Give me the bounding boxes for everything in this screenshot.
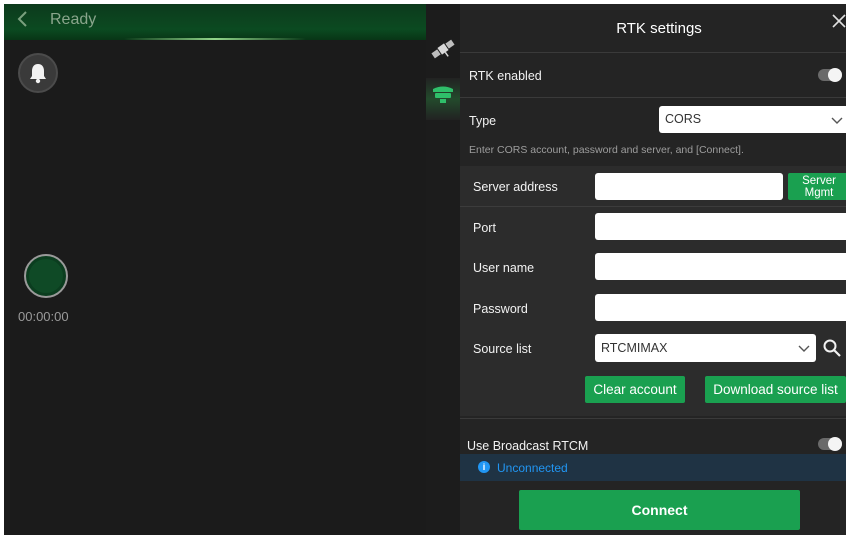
close-icon[interactable] bbox=[830, 12, 846, 30]
type-label: Type bbox=[469, 114, 497, 128]
port-input[interactable] bbox=[595, 213, 846, 240]
type-value: CORS bbox=[665, 112, 702, 126]
server-mgmt-button[interactable]: Server Mgmt bbox=[788, 173, 846, 200]
status-text: Ready bbox=[50, 11, 97, 28]
source-list-label: Source list bbox=[473, 342, 532, 356]
bell-button[interactable] bbox=[18, 53, 58, 93]
satellite-icon[interactable] bbox=[430, 36, 456, 62]
type-select[interactable]: CORS bbox=[659, 106, 846, 133]
record-timer: 00:00:00 bbox=[18, 309, 69, 324]
download-source-list-button[interactable]: Download source list bbox=[705, 376, 846, 403]
port-label: Port bbox=[473, 221, 496, 235]
clear-account-button[interactable]: Clear account bbox=[585, 376, 685, 403]
rtk-enabled-label: RTK enabled bbox=[469, 69, 542, 83]
record-button[interactable] bbox=[24, 254, 68, 298]
bell-icon bbox=[30, 64, 46, 84]
connect-button[interactable]: Connect bbox=[519, 490, 800, 530]
broadcast-rtcm-toggle[interactable] bbox=[818, 437, 842, 451]
chevron-down-icon bbox=[831, 117, 843, 124]
user-name-input[interactable] bbox=[595, 253, 846, 280]
user-name-label: User name bbox=[473, 261, 535, 275]
connection-status: Unconnected bbox=[497, 461, 568, 475]
server-address-label: Server address bbox=[473, 180, 558, 194]
chevron-down-icon bbox=[798, 345, 810, 352]
rtk-receiver-icon[interactable] bbox=[430, 84, 456, 106]
source-list-value: RTCMIMAX bbox=[601, 341, 668, 355]
back-arrow-icon[interactable] bbox=[14, 10, 32, 28]
divider bbox=[460, 206, 846, 207]
password-label: Password bbox=[473, 302, 528, 316]
rtk-enabled-toggle[interactable] bbox=[818, 68, 842, 82]
search-icon[interactable] bbox=[822, 338, 842, 358]
divider bbox=[460, 52, 846, 53]
password-input[interactable] bbox=[595, 294, 846, 321]
info-icon: i bbox=[478, 461, 490, 473]
panel-title: RTK settings bbox=[616, 20, 702, 37]
server-address-input[interactable] bbox=[595, 173, 783, 200]
cors-hint: Enter CORS account, password and server,… bbox=[469, 144, 744, 156]
divider bbox=[460, 418, 846, 419]
source-list-select[interactable]: RTCMIMAX bbox=[595, 334, 816, 362]
divider bbox=[460, 97, 846, 98]
broadcast-rtcm-label: Use Broadcast RTCM bbox=[467, 439, 589, 453]
